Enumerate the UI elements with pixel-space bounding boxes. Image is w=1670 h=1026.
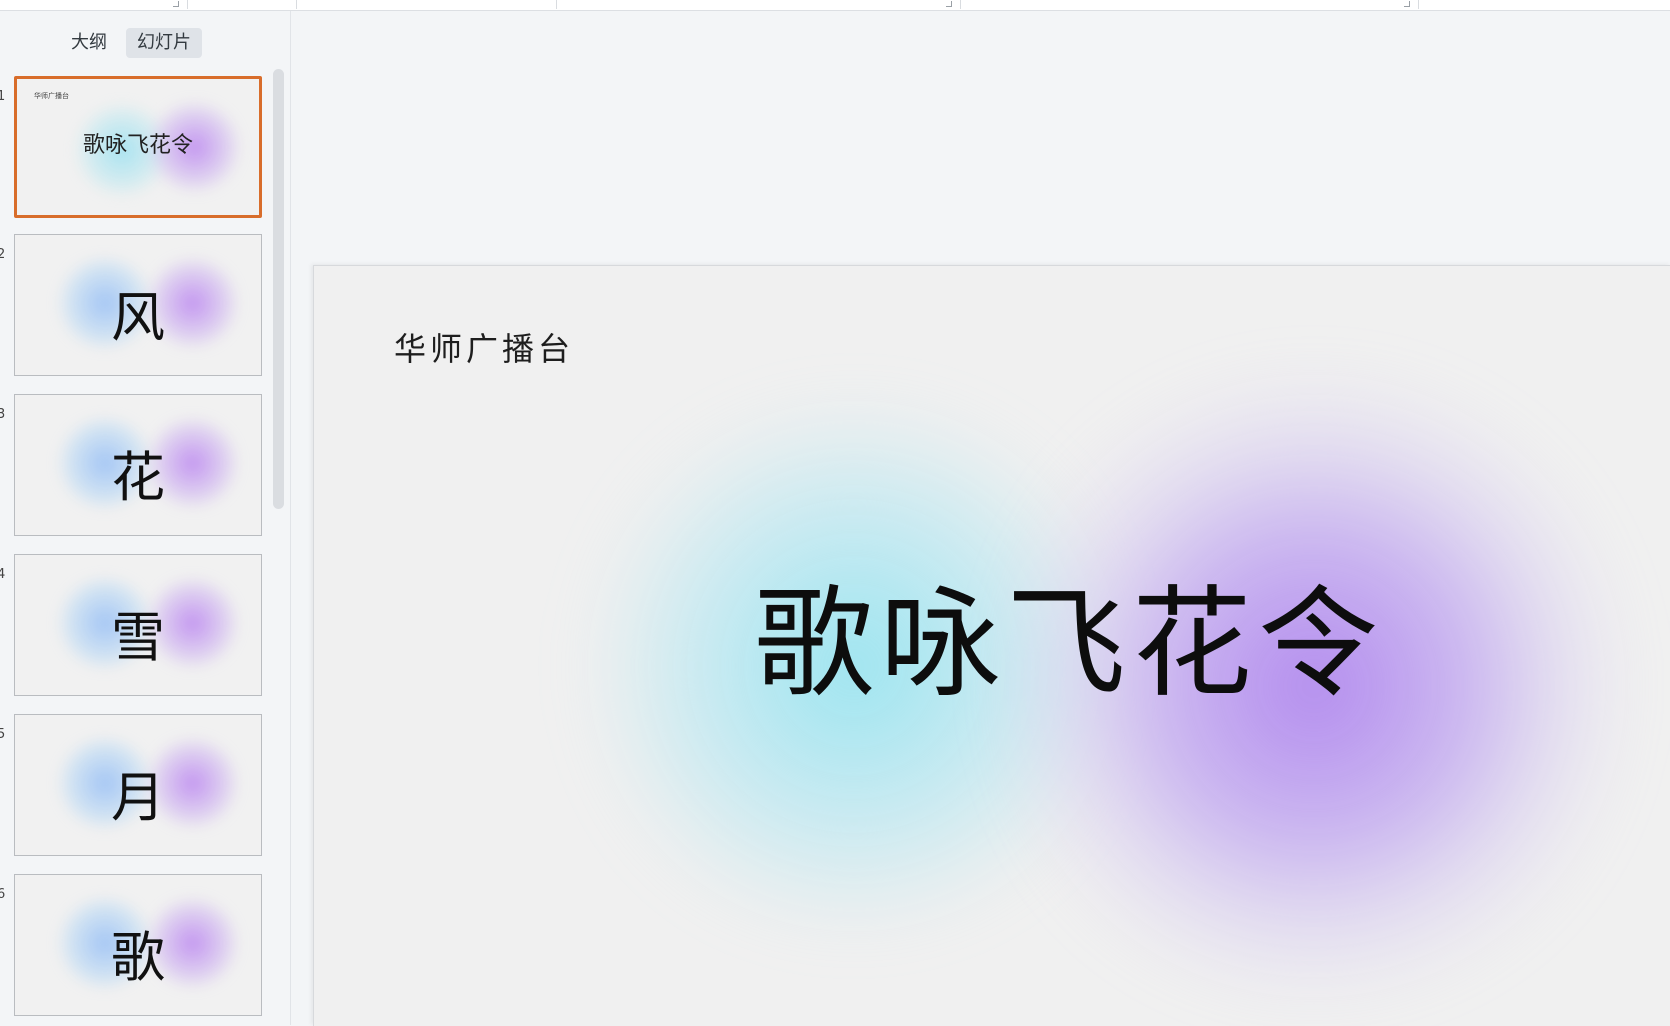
slide-editing-canvas: 华师广播台 歌咏飞花令 xyxy=(291,11,1670,1026)
thumb-character: 花 xyxy=(111,446,165,509)
ribbon-group-launcher-icon[interactable] xyxy=(1404,1,1410,7)
slide-number: 5 xyxy=(0,727,6,742)
ribbon-group-launcher-icon[interactable] xyxy=(173,1,179,7)
ribbon-separator xyxy=(187,0,188,9)
slide-thumbnail-4[interactable]: 雪 xyxy=(14,554,262,696)
ribbon-separator xyxy=(960,0,961,9)
slide-number: 1 xyxy=(0,89,6,104)
slide-thumbnail-6[interactable]: 歌 xyxy=(14,874,262,1016)
ribbon-separator xyxy=(1418,0,1419,9)
slide-thumbnail-row: 2 风 xyxy=(0,234,270,380)
slide-thumbnail-5[interactable]: 月 xyxy=(14,714,262,856)
slide-thumbnail-row: 4 雪 xyxy=(0,554,270,700)
current-slide[interactable]: 华师广播台 歌咏飞花令 xyxy=(313,265,1670,1026)
slide-thumbnail-row: 3 花 xyxy=(0,394,270,540)
slide-thumbnail-row: 1 华师广播台 歌咏飞花令 xyxy=(0,76,270,222)
thumb-mini-main-text: 歌咏飞花令 xyxy=(82,133,193,158)
slide-main-text[interactable]: 歌咏飞花令 xyxy=(754,546,1394,720)
slide-number: 2 xyxy=(0,247,6,262)
slide-thumbnail-row: 6 歌 xyxy=(0,874,270,1020)
slide-navigation-panel: 大纲 幻灯片 1 华师广播台 歌咏飞花令 2 风 3 花 4 雪 5 月 6 歌 xyxy=(0,11,291,1025)
ribbon-separator xyxy=(556,0,557,9)
slide-number: 3 xyxy=(0,407,6,422)
slide-thumbnail-1[interactable]: 华师广播台 歌咏飞花令 xyxy=(14,76,262,218)
thumb-mini-title: 华师广播台 xyxy=(34,92,69,100)
tab-slides[interactable]: 幻灯片 xyxy=(126,28,202,58)
thumb-character: 雪 xyxy=(111,606,165,669)
slide-thumbnail-row: 5 月 xyxy=(0,714,270,860)
ribbon-edge xyxy=(0,0,1670,11)
view-tabs: 大纲 幻灯片 xyxy=(60,28,202,58)
slide-number: 6 xyxy=(0,887,6,902)
thumb-character: 月 xyxy=(111,766,165,829)
ribbon-group-launcher-icon[interactable] xyxy=(946,1,952,7)
thumb-character: 风 xyxy=(111,286,165,349)
slide-thumbnail-3[interactable]: 花 xyxy=(14,394,262,536)
thumb-character: 歌 xyxy=(111,926,165,989)
slide-title-text[interactable]: 华师广播台 xyxy=(394,324,574,370)
slide-thumbnail-list: 1 华师广播台 歌咏飞花令 2 风 3 花 4 雪 5 月 6 歌 xyxy=(0,76,270,1026)
ribbon-separator xyxy=(296,0,297,9)
tab-outline[interactable]: 大纲 xyxy=(60,28,118,58)
slide-thumbnail-2[interactable]: 风 xyxy=(14,234,262,376)
slide-number: 4 xyxy=(0,567,6,582)
thumbnail-scrollbar[interactable] xyxy=(273,69,284,509)
